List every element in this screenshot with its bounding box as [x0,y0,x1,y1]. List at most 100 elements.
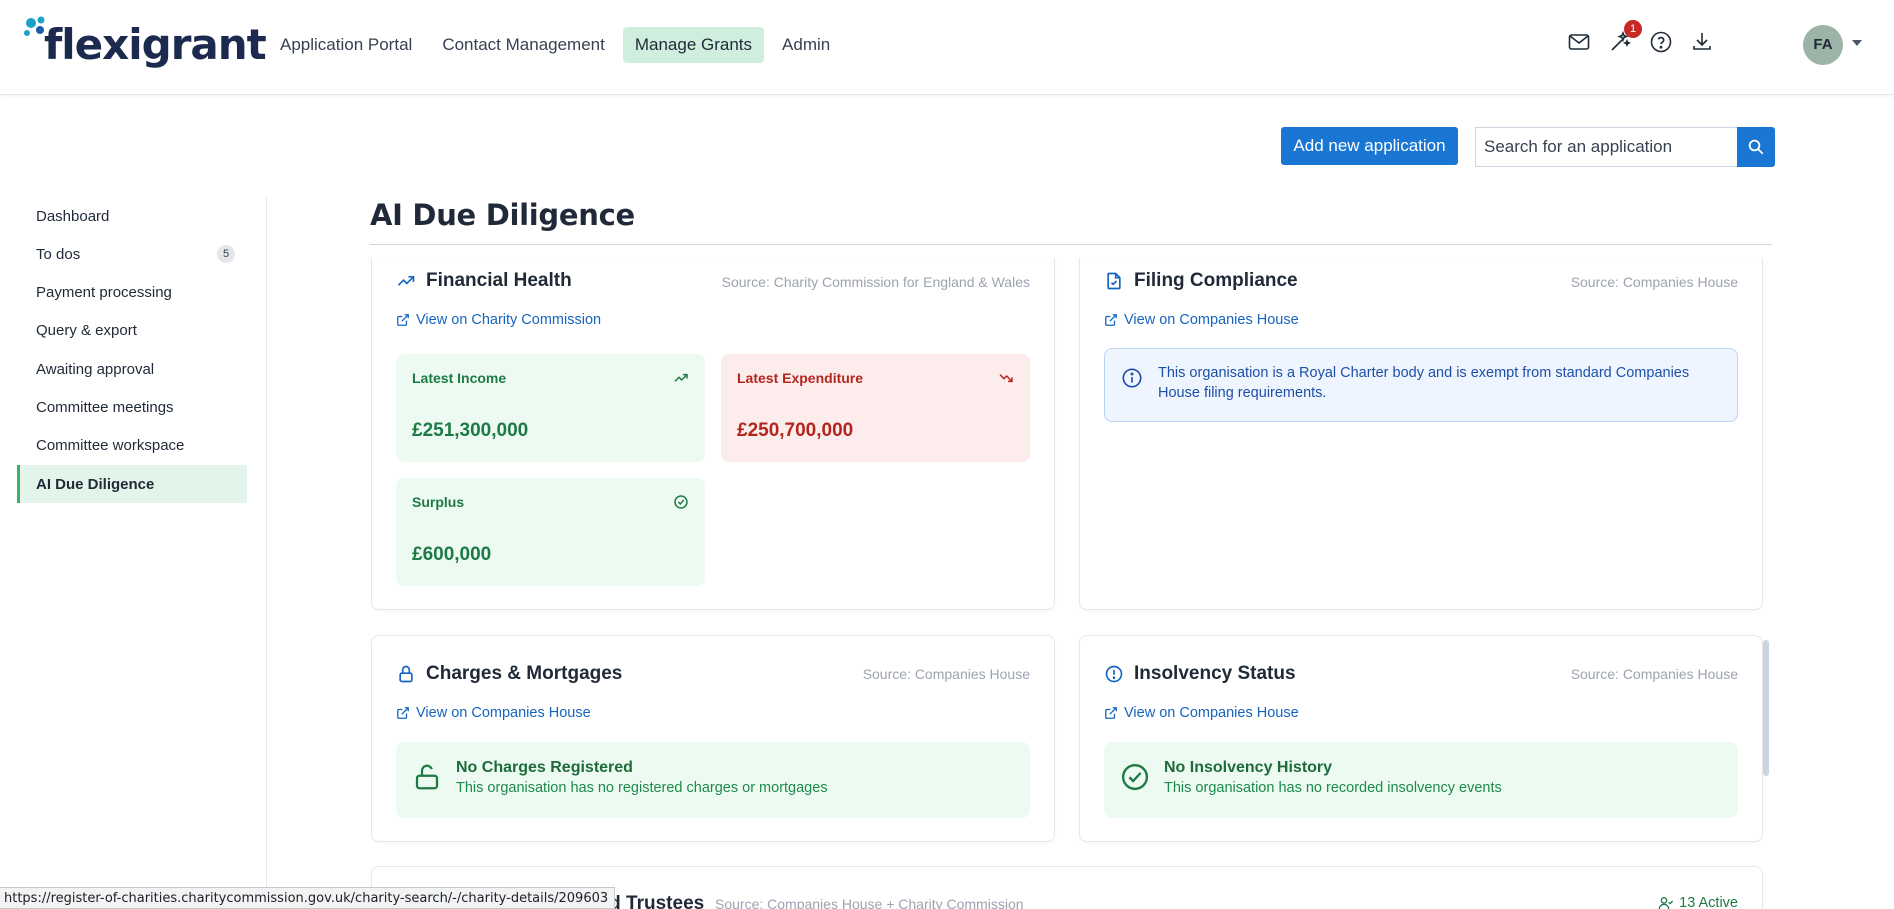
alert-circle-icon [1104,664,1124,684]
charges-mortgages-card: Charges & Mortgages Source: Companies Ho… [371,635,1055,842]
flexigrant-logo[interactable]: flexigrant [22,14,267,76]
sidebar-item-committee-workspace[interactable]: Committee workspace [17,427,247,465]
sidebar-item-label: Committee meetings [36,398,174,416]
status-title: No Charges Registered [456,759,633,776]
no-charges-status: No Charges Registered This organisation … [396,742,1030,818]
metric-label: Latest Income [412,370,507,386]
trending-up-icon [396,271,416,291]
filing-compliance-card: Filing Compliance Source: Companies Hous… [1079,258,1763,610]
card-source: Source: Companies House [1570,666,1738,682]
logo-dots-icon [24,16,45,36]
card-source: Source: Charity Commission for England &… [721,274,1030,290]
insolvency-status-card: Insolvency Status Source: Companies Hous… [1079,635,1763,842]
sidebar-item-label: AI Due Diligence [36,475,155,493]
link-label: View on Companies House [1124,705,1299,721]
view-on-companies-house-link[interactable]: View on Companies House [1104,312,1299,328]
card-header: Financial Health [396,270,572,292]
user-check-icon [1658,897,1674,909]
sidebar-item-ai-due-diligence[interactable]: AI Due Diligence [17,465,247,504]
page-title: AI Due Diligence [370,198,635,232]
card-header: Insolvency Status [1104,663,1296,685]
active-count: 13 Active [1658,895,1738,909]
external-link-icon [1105,314,1117,326]
scrollbar-thumb[interactable] [1763,640,1769,776]
sidebar: Dashboard To dos 5 Payment processing Que… [17,197,247,504]
file-check-icon [1104,271,1124,291]
nav-manage-grants[interactable]: Manage Grants [622,27,765,63]
view-on-companies-house-link[interactable]: View on Companies House [396,705,591,721]
nav-application-portal[interactable]: Application Portal [268,27,424,63]
trending-up-icon [673,370,689,391]
sidebar-item-query-export[interactable]: Query & export [17,312,247,350]
no-insolvency-status: No Insolvency History This organisation … [1104,742,1738,818]
sidebar-item-dashboard[interactable]: Dashboard [17,197,247,235]
sidebar-item-awaiting-approval[interactable]: Awaiting approval [17,350,247,388]
search-button[interactable] [1737,127,1775,167]
sidebar-item-label: Dashboard [36,207,110,225]
chevron-down-icon[interactable] [1852,40,1862,46]
magic-wand-icon[interactable]: 1 [1608,20,1642,54]
link-label: View on Companies House [1124,312,1299,328]
status-subtitle: This organisation has no registered char… [456,780,828,796]
logo-text: flexigrant [44,20,267,69]
top-bar: flexigrant Application Portal Contact Ma… [0,0,1894,95]
metric-value: £251,300,000 [412,420,529,441]
nav-admin[interactable]: Admin [770,27,842,63]
search-input[interactable] [1475,127,1737,167]
card-header: Charges & Mortgages [396,663,622,685]
card-title: Financial Health [426,270,572,291]
card-title: Charges & Mortgages [426,663,623,684]
todo-count-badge: 5 [217,245,235,264]
nav-contact-management[interactable]: Contact Management [430,27,617,63]
metric-value: £600,000 [412,544,492,565]
check-circle-icon [1120,762,1150,797]
help-icon[interactable] [1649,30,1673,54]
metric-label: Latest Expenditure [737,370,864,386]
sidebar-item-label: Awaiting approval [36,360,155,378]
download-icon[interactable] [1690,30,1714,54]
info-icon [1121,367,1143,395]
search-icon [1748,139,1764,155]
sidebar-item-committee-meetings[interactable]: Committee meetings [17,388,247,426]
link-label: View on Charity Commission [416,312,602,328]
sidebar-item-label: Query & export [36,322,137,340]
royal-charter-info-box: This organisation is a Royal Charter bod… [1104,348,1738,422]
mail-icon[interactable] [1567,30,1591,54]
sidebar-item-label: Payment processing [36,284,172,302]
sidebar-item-to-dos[interactable]: To dos 5 [17,235,247,273]
add-new-application-button[interactable]: Add new application [1281,127,1458,165]
user-avatar[interactable]: FA [1803,25,1843,65]
card-title: Insolvency Status [1134,663,1296,684]
metric-value: £250,700,000 [737,420,854,441]
trending-down-icon [998,370,1014,391]
external-link-icon [397,707,409,719]
main-nav: Application Portal Contact Management Ma… [268,27,842,63]
surplus-metric: Surplus £600,000 [396,478,705,586]
sidebar-item-payment-processing[interactable]: Payment processing [17,274,247,312]
latest-income-metric: Latest Income £251,300,000 [396,354,705,462]
financial-health-card: Financial Health Source: Charity Commiss… [371,258,1055,610]
card-source: Source: Companies House [862,666,1030,682]
external-link-icon [397,314,409,326]
active-count-label: 13 Active [1679,895,1738,909]
unlock-icon [412,762,442,797]
view-on-companies-house-link[interactable]: View on Companies House [1104,705,1299,721]
status-subtitle: This organisation has no recorded insolv… [1164,780,1502,796]
title-divider [370,244,1772,245]
status-bar-url: https://register-of-charities.charitycom… [0,887,616,909]
check-circle-icon [673,494,689,515]
header-icons: 1 [1567,20,1714,54]
lock-icon [396,664,416,684]
sidebar-item-label: To dos [36,245,81,263]
link-label: View on Companies House [416,705,591,721]
application-search [1475,127,1775,167]
info-text: This organisation is a Royal Charter bod… [1158,365,1690,401]
latest-expenditure-metric: Latest Expenditure £250,700,000 [721,354,1030,462]
external-link-icon [1105,707,1117,719]
status-title: No Insolvency History [1164,759,1333,776]
sidebar-divider [266,197,267,909]
view-on-charity-commission-link[interactable]: View on Charity Commission [396,312,601,328]
card-source: Source: Companies House + Charity Commis… [715,896,1024,909]
notification-badge: 1 [1624,20,1642,38]
card-title: Filing Compliance [1134,270,1298,291]
